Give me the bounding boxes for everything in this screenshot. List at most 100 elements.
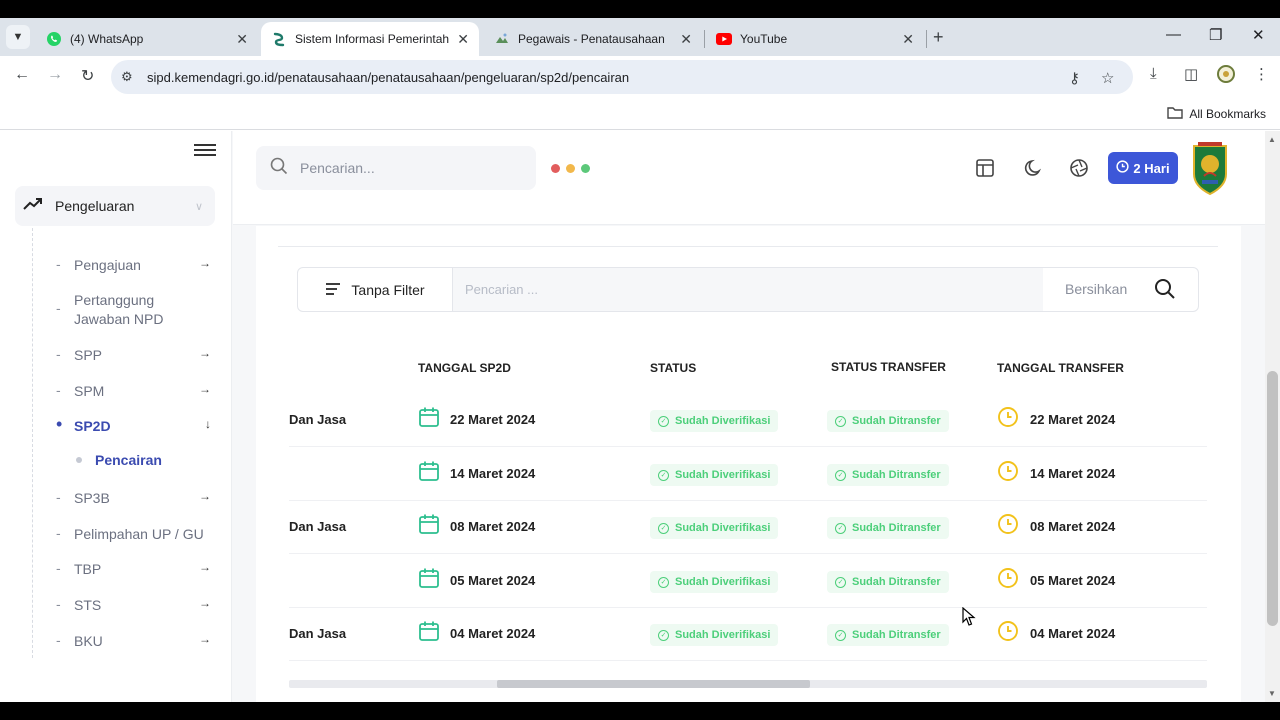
red-dot <box>551 164 560 173</box>
tab-sipd[interactable]: Sistem Informasi Pemerintahan ✕ <box>261 22 479 56</box>
page-header: Pencarian... 2 Hari <box>233 131 1280 225</box>
transfer-status-badge: ✓ Sudah Ditransfer <box>827 571 949 593</box>
close-tab-icon[interactable]: ✕ <box>902 31 914 48</box>
side-panel-icon[interactable]: ◫ <box>1184 65 1198 83</box>
calendar-icon <box>418 406 440 433</box>
arrow-right-icon: → <box>199 560 211 574</box>
whatsapp-icon <box>46 31 62 47</box>
check-circle-icon: ✓ <box>658 576 669 588</box>
transfer-status-label: Sudah Ditransfer <box>852 522 941 534</box>
status-label: Sudah Diverifikasi <box>675 629 771 641</box>
folder-icon <box>1167 106 1184 122</box>
aperture-icon[interactable] <box>1068 157 1090 179</box>
col-header-tanggal-sp2d[interactable]: TANGGAL SP2D <box>418 361 511 375</box>
table-row[interactable]: Dan Jasa 08 Maret 2024 ✓ Sudah Diverifikasi… <box>289 501 1207 554</box>
status-badge: ✓ Sudah Diverifikasi <box>650 410 779 432</box>
profile-avatar-icon[interactable] <box>1217 65 1235 87</box>
tab-search-button[interactable]: ▼ <box>6 25 30 49</box>
calendar-icon <box>418 567 440 594</box>
sidebar-item-tbp[interactable]: - TBP → <box>56 560 211 579</box>
tab-whatsapp[interactable]: (4) WhatsApp ✕ <box>36 22 258 56</box>
new-tab-icon[interactable]: + <box>933 27 944 48</box>
close-tab-icon[interactable]: ✕ <box>680 31 692 48</box>
col-header-status[interactable]: STATUS <box>650 361 696 375</box>
forward-icon[interactable]: → <box>47 66 63 84</box>
transfer-status-badge: ✓ Sudah Ditransfer <box>827 517 949 539</box>
sidebar-item-spp[interactable]: - SPP → <box>56 346 211 365</box>
bookmarks-bar: All Bookmarks <box>0 98 1280 130</box>
tanggal-transfer-cell: 14 Maret 2024 <box>1030 466 1116 481</box>
scroll-up-icon[interactable]: ▲ <box>1268 135 1276 144</box>
close-window-icon[interactable]: ✕ <box>1252 26 1265 44</box>
tab-pegawai[interactable]: Pegawais - Penatausahaan ✕ <box>484 22 702 56</box>
url-text: sipd.kemendagri.go.id/penatausahaan/pena… <box>147 70 630 85</box>
sidebar-item-sts[interactable]: - STS → <box>56 596 211 615</box>
moon-icon[interactable] <box>1023 157 1045 179</box>
scroll-down-icon[interactable]: ▼ <box>1268 689 1276 698</box>
transfer-status-label: Sudah Ditransfer <box>852 629 941 641</box>
minimize-icon[interactable]: — <box>1166 26 1181 43</box>
sidebar-item-sp3b[interactable]: - SP3B → <box>56 489 211 508</box>
col-header-tanggal-transfer[interactable]: TANGGAL TRANSFER <box>997 361 1124 375</box>
table-row[interactable]: 05 Maret 2024 ✓ Sudah Diverifikasi ✓ Sudah D… <box>289 555 1207 608</box>
tab-strip: ▼ (4) WhatsApp ✕ Sistem Informasi Pemeri… <box>0 18 1280 56</box>
status-label: Sudah Diverifikasi <box>675 522 771 534</box>
dash-marker: - <box>56 382 61 398</box>
bookmark-star-icon[interactable]: ☆ <box>1101 69 1114 87</box>
sidebar-item-pengajuan[interactable]: - Pengajuan → <box>56 256 211 275</box>
close-tab-icon[interactable]: ✕ <box>457 31 469 48</box>
table-row[interactable]: 14 Maret 2024 ✓ Sudah Diverifikasi ✓ Sudah D… <box>289 448 1207 501</box>
sidebar-section-pengeluaran[interactable]: Pengeluaran ∨ <box>15 186 215 226</box>
layout-icon[interactable] <box>974 157 996 179</box>
sidebar-item-label: SPP <box>74 347 103 363</box>
sidebar-item-pertanggung-jawaban[interactable]: - Pertanggung Jawaban NPD <box>56 291 211 329</box>
arrow-right-icon: → <box>199 596 211 610</box>
horizontal-scroll-thumb[interactable] <box>497 680 810 688</box>
check-circle-icon: ✓ <box>835 469 846 481</box>
download-icon[interactable]: ⤓ <box>1150 65 1157 82</box>
sidebar: Pengeluaran ∨ - Pengajuan → - Pertanggun… <box>0 131 232 702</box>
content-card: Tanpa Filter Pencarian ... Bersihkan TAN… <box>256 226 1241 702</box>
close-tab-icon[interactable]: ✕ <box>236 31 248 48</box>
sidebar-item-label: BKU <box>74 633 103 649</box>
back-icon[interactable]: ← <box>14 66 30 84</box>
sidebar-item-spm[interactable]: - SPM → <box>56 382 211 401</box>
web-page: Pengeluaran ∨ - Pengajuan → - Pertanggun… <box>0 131 1280 702</box>
tanggal-transfer-cell: 04 Maret 2024 <box>1030 626 1116 641</box>
search-icon[interactable] <box>1154 278 1176 306</box>
address-bar[interactable]: ⚙ sipd.kemendagri.go.id/penatausahaan/pe… <box>111 60 1133 94</box>
global-search-input[interactable]: Pencarian... <box>256 146 536 190</box>
arrow-right-icon: → <box>199 632 211 646</box>
col-header-status-transfer[interactable]: STATUS TRANSFER <box>831 360 946 374</box>
menu-kebab-icon[interactable]: ⋮ <box>1254 65 1269 83</box>
hamburger-menu-icon[interactable] <box>194 141 216 159</box>
tab-youtube[interactable]: YouTube ✕ <box>706 22 924 56</box>
password-key-icon[interactable]: ⚷ <box>1069 69 1080 87</box>
table-row[interactable]: Dan Jasa 22 Maret 2024 ✓ Sudah Diverifikasi… <box>289 394 1207 447</box>
filter-button[interactable]: Tanpa Filter <box>298 268 453 311</box>
clock-icon <box>997 513 1019 540</box>
vertical-scrollbar[interactable]: ▲ ▼ <box>1265 131 1280 702</box>
sidebar-item-bku[interactable]: - BKU → <box>56 632 211 651</box>
transfer-status-label: Sudah Ditransfer <box>852 469 941 481</box>
restore-icon[interactable]: ❐ <box>1209 26 1222 44</box>
sidebar-item-sp2d[interactable]: • SP2D ↓ <box>56 415 211 436</box>
horizontal-scrollbar[interactable] <box>289 680 1207 688</box>
table-search-input[interactable]: Pencarian ... <box>453 268 1043 311</box>
table-row[interactable]: Dan Jasa 04 Maret 2024 ✓ Sudah Diverifikasi… <box>289 608 1207 661</box>
all-bookmarks-button[interactable]: All Bookmarks <box>1167 106 1266 122</box>
jenis-cell: Dan Jasa <box>289 412 347 427</box>
tanggal-sp2d-cell: 05 Maret 2024 <box>450 573 536 588</box>
check-circle-icon: ✓ <box>835 629 846 641</box>
tanggal-sp2d-cell: 22 Maret 2024 <box>450 412 536 427</box>
check-circle-icon: ✓ <box>835 522 846 534</box>
sidebar-subitem-pencairan[interactable]: Pencairan <box>76 452 162 468</box>
site-info-icon[interactable]: ⚙ <box>121 69 133 85</box>
sidebar-item-pelimpahan[interactable]: - Pelimpahan UP / GU <box>56 525 211 544</box>
table-search-placeholder: Pencarian ... <box>465 282 538 297</box>
clock-icon <box>997 620 1019 647</box>
clear-button[interactable]: Bersihkan <box>1065 281 1127 297</box>
reload-icon[interactable]: ↻ <box>81 66 94 86</box>
vertical-scroll-thumb[interactable] <box>1267 371 1278 626</box>
days-remaining-button[interactable]: 2 Hari <box>1108 152 1178 184</box>
